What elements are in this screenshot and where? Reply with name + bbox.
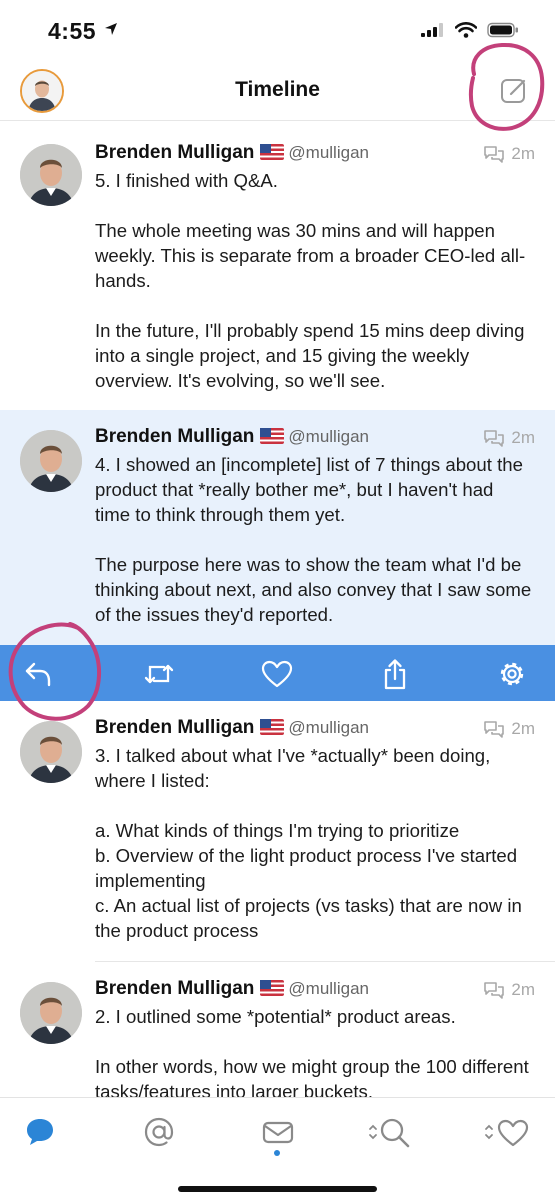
- avatar-image: [20, 982, 82, 1044]
- tweet-meta: 2m: [483, 719, 535, 739]
- tweet-text: 5. I finished with Q&A. The whole meetin…: [95, 170, 526, 391]
- us-flag-icon: [260, 144, 285, 160]
- tweet-text: 2. I outlined some *potential* product a…: [95, 1006, 529, 1097]
- gear-icon: [500, 662, 524, 686]
- tweet-text: 3. I talked about what I've *actually* b…: [95, 745, 522, 941]
- tweet-avatar[interactable]: [20, 144, 82, 206]
- tweet-avatar[interactable]: [20, 721, 82, 783]
- conversation-icon: [484, 721, 505, 738]
- speech-bubble-icon: [27, 1119, 53, 1145]
- tab-messages[interactable]: [258, 1112, 298, 1152]
- search-icon: [369, 1118, 410, 1148]
- tweet-time: 2m: [511, 719, 535, 738]
- avatar-image: [20, 430, 82, 492]
- tweet-avatar[interactable]: [20, 430, 82, 492]
- status-time: 4:55: [48, 18, 97, 44]
- compose-icon[interactable]: [499, 76, 529, 106]
- tab-timeline[interactable]: [20, 1112, 60, 1152]
- tweet-selected[interactable]: Brenden Mulligan @mulligan 2m 4. I showed…: [0, 410, 555, 645]
- share-icon: [384, 659, 406, 690]
- tweet-header: Brenden Mulligan @mulligan 2m: [95, 717, 535, 743]
- tweet-header: Brenden Mulligan @mulligan 2m: [95, 426, 535, 452]
- tweet-header: Brenden Mulligan @mulligan 2m: [95, 142, 535, 168]
- tweet-header: Brenden Mulligan @mulligan 2m: [95, 978, 535, 1004]
- author-name[interactable]: Brenden Mulligan: [95, 717, 254, 738]
- status-indicators: [421, 22, 519, 38]
- signal-icon: [421, 23, 443, 37]
- avatar-image: [20, 144, 82, 206]
- status-bar: 4:55: [0, 0, 555, 60]
- location-arrow-icon: [105, 23, 117, 35]
- conversation-icon: [484, 982, 505, 999]
- author-name[interactable]: Brenden Mulligan: [95, 142, 254, 163]
- author-handle: @mulligan: [288, 143, 369, 162]
- settings-button[interactable]: [495, 657, 529, 691]
- author-handle: @mulligan: [288, 427, 369, 446]
- page-title: Timeline: [235, 78, 320, 101]
- tweet-avatar[interactable]: [20, 982, 82, 1044]
- tweet-time: 2m: [511, 428, 535, 447]
- retweet-icon: [144, 664, 174, 684]
- tweet[interactable]: Brenden Mulligan @mulligan 2m 2. I outlin…: [0, 962, 555, 1097]
- conversation-icon: [484, 430, 505, 447]
- share-button[interactable]: [378, 657, 412, 691]
- author-handle: @mulligan: [288, 718, 369, 737]
- wifi-icon: [455, 22, 477, 38]
- tweet-time: 2m: [511, 144, 535, 163]
- tweet-meta: 2m: [483, 144, 535, 164]
- us-flag-icon: [260, 980, 285, 996]
- tab-likes[interactable]: [484, 1112, 532, 1152]
- reply-icon: [25, 662, 51, 687]
- at-sign-icon: [144, 1117, 174, 1147]
- conversation-icon: [484, 146, 505, 163]
- nav-bar: Timeline: [0, 60, 555, 121]
- battery-icon: [487, 22, 518, 38]
- author-handle: @mulligan: [288, 979, 369, 998]
- author-name[interactable]: Brenden Mulligan: [95, 978, 254, 999]
- like-button[interactable]: [260, 657, 294, 691]
- mail-icon: [262, 1121, 294, 1144]
- unread-indicator: [274, 1150, 280, 1156]
- tab-mentions[interactable]: [139, 1112, 179, 1152]
- home-indicator: [178, 1186, 377, 1192]
- reply-button[interactable]: [22, 657, 56, 691]
- us-flag-icon: [260, 719, 285, 735]
- tweet-action-bar: [0, 645, 555, 701]
- tweet-time: 2m: [511, 980, 535, 999]
- tweet[interactable]: Brenden Mulligan @mulligan 2m 5. I finish…: [0, 122, 555, 409]
- tweet-meta: 2m: [483, 428, 535, 448]
- tweet-text: 4. I showed an [incomplete] list of 7 th…: [95, 454, 532, 625]
- retweet-button[interactable]: [142, 657, 176, 691]
- avatar-image: [20, 721, 82, 783]
- heart-icon: [485, 1119, 529, 1147]
- tweet[interactable]: Brenden Mulligan @mulligan 2m 3. I talked…: [0, 701, 555, 960]
- tweet-meta: 2m: [483, 980, 535, 1000]
- us-flag-icon: [260, 428, 285, 444]
- heart-icon: [261, 660, 293, 688]
- author-name[interactable]: Brenden Mulligan: [95, 426, 254, 447]
- tab-search[interactable]: [368, 1112, 416, 1152]
